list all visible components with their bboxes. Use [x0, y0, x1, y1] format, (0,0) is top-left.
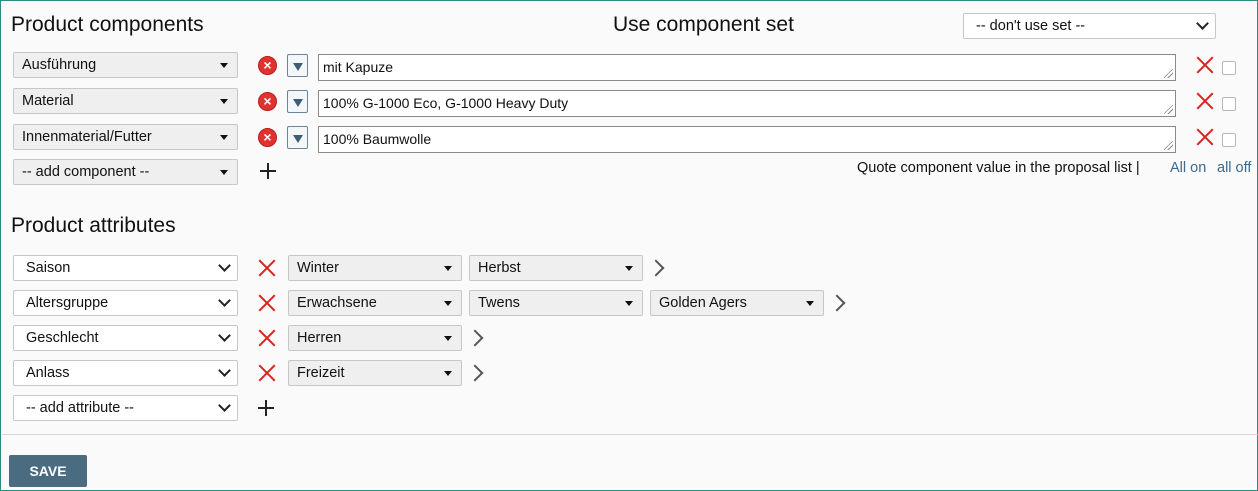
add-value-chevron-icon[interactable]	[828, 294, 846, 312]
resize-grip-icon[interactable]	[1164, 141, 1173, 150]
dropdown-arrow-icon	[220, 99, 228, 104]
product-editor-panel: Product components Use component set -- …	[0, 0, 1258, 491]
dropdown-arrow-icon	[293, 135, 303, 143]
attribute-name: Saison	[26, 260, 71, 276]
delete-value-icon[interactable]	[1195, 91, 1215, 111]
attribute-value: Freizeit	[297, 365, 345, 381]
resize-grip-icon[interactable]	[1164, 69, 1173, 78]
quote-checkbox[interactable]	[1222, 61, 1236, 75]
delete-value-icon[interactable]	[1195, 55, 1215, 75]
component-set-select-label: -- don't use set --	[976, 18, 1086, 34]
delete-value-icon[interactable]	[1195, 127, 1215, 147]
add-component-label: -- add component --	[22, 164, 150, 180]
remove-attribute-icon[interactable]	[257, 258, 277, 278]
save-button[interactable]: SAVE	[9, 455, 87, 487]
add-value-chevron-icon[interactable]	[647, 259, 665, 277]
add-component-plus-icon[interactable]	[260, 163, 276, 179]
all-off-link[interactable]: all off	[1217, 160, 1251, 176]
component-name: Material	[22, 93, 74, 109]
chevron-down-icon	[218, 364, 231, 377]
component-select[interactable]: Material	[13, 88, 238, 114]
attribute-value-select[interactable]: Herbst	[469, 255, 643, 281]
chevron-down-icon	[218, 399, 231, 412]
component-value-text: 100% G-1000 Eco, G-1000 Heavy Duty	[323, 95, 569, 111]
section-divider	[2, 434, 1258, 435]
attribute-value-select[interactable]: Herren	[288, 325, 462, 351]
add-attribute-select[interactable]: -- add attribute --	[13, 395, 238, 421]
dropdown-arrow-icon	[625, 266, 633, 271]
attribute-value-select[interactable]: Golden Agers	[650, 290, 824, 316]
dropdown-arrow-icon	[220, 170, 228, 175]
attribute-name: Geschlecht	[26, 330, 99, 346]
quote-checkbox[interactable]	[1222, 133, 1236, 147]
component-name: Ausführung	[22, 57, 97, 73]
dropdown-arrow-icon	[444, 301, 452, 306]
attribute-value: Winter	[297, 260, 339, 276]
dropdown-arrow-icon	[293, 99, 303, 107]
remove-component-icon[interactable]: ×	[258, 92, 277, 111]
add-value-chevron-icon[interactable]	[466, 364, 484, 382]
quote-component-label: Quote component value in the proposal li…	[857, 160, 1140, 176]
component-value-text: mit Kapuze	[323, 59, 394, 75]
value-options-button[interactable]	[287, 126, 308, 149]
attribute-value: Herren	[297, 330, 342, 346]
attributes-title: Product attributes	[11, 214, 176, 237]
attribute-name: Anlass	[26, 365, 70, 381]
add-attribute-label: -- add attribute --	[26, 400, 134, 416]
attribute-name: Altersgruppe	[26, 295, 109, 311]
add-value-chevron-icon[interactable]	[466, 329, 484, 347]
component-select[interactable]: Ausführung	[13, 52, 238, 78]
attribute-value-select[interactable]: Erwachsene	[288, 290, 462, 316]
remove-attribute-icon[interactable]	[257, 363, 277, 383]
remove-component-icon[interactable]: ×	[258, 128, 277, 147]
add-attribute-plus-icon[interactable]	[258, 400, 274, 416]
chevron-down-icon	[218, 329, 231, 342]
component-set-select[interactable]: -- don't use set --	[963, 13, 1216, 39]
attribute-select[interactable]: Saison	[13, 255, 238, 281]
attribute-value: Herbst	[478, 260, 521, 276]
chevron-down-icon	[1196, 17, 1209, 30]
chevron-down-icon	[218, 259, 231, 272]
attribute-value-select[interactable]: Freizeit	[288, 360, 462, 386]
attribute-select[interactable]: Anlass	[13, 360, 238, 386]
all-on-link[interactable]: All on	[1170, 160, 1206, 176]
attribute-value: Golden Agers	[659, 295, 747, 311]
attribute-select[interactable]: Geschlecht	[13, 325, 238, 351]
dropdown-arrow-icon	[444, 371, 452, 376]
attribute-value-select[interactable]: Winter	[288, 255, 462, 281]
quote-checkbox[interactable]	[1222, 97, 1236, 111]
component-select[interactable]: Innenmaterial/Futter	[13, 124, 238, 150]
dropdown-arrow-icon	[444, 336, 452, 341]
component-set-title: Use component set	[613, 13, 794, 36]
component-value-field[interactable]: 100% G-1000 Eco, G-1000 Heavy Duty	[318, 90, 1176, 117]
attribute-value: Twens	[478, 295, 520, 311]
dropdown-arrow-icon	[220, 135, 228, 140]
add-component-select[interactable]: -- add component --	[13, 159, 238, 185]
component-name: Innenmaterial/Futter	[22, 129, 152, 145]
attribute-value-select[interactable]: Twens	[469, 290, 643, 316]
dropdown-arrow-icon	[293, 63, 303, 71]
remove-attribute-icon[interactable]	[257, 328, 277, 348]
dropdown-arrow-icon	[220, 63, 228, 68]
value-options-button[interactable]	[287, 90, 308, 113]
resize-grip-icon[interactable]	[1164, 105, 1173, 114]
remove-attribute-icon[interactable]	[257, 293, 277, 313]
dropdown-arrow-icon	[625, 301, 633, 306]
components-title: Product components	[11, 13, 204, 36]
dropdown-arrow-icon	[806, 301, 814, 306]
chevron-down-icon	[218, 294, 231, 307]
component-value-field[interactable]: mit Kapuze	[318, 54, 1176, 81]
attribute-select[interactable]: Altersgruppe	[13, 290, 238, 316]
remove-component-icon[interactable]: ×	[258, 56, 277, 75]
dropdown-arrow-icon	[444, 266, 452, 271]
attribute-value: Erwachsene	[297, 295, 377, 311]
component-value-field[interactable]: 100% Baumwolle	[318, 126, 1176, 153]
component-value-text: 100% Baumwolle	[323, 131, 432, 147]
value-options-button[interactable]	[287, 54, 308, 77]
